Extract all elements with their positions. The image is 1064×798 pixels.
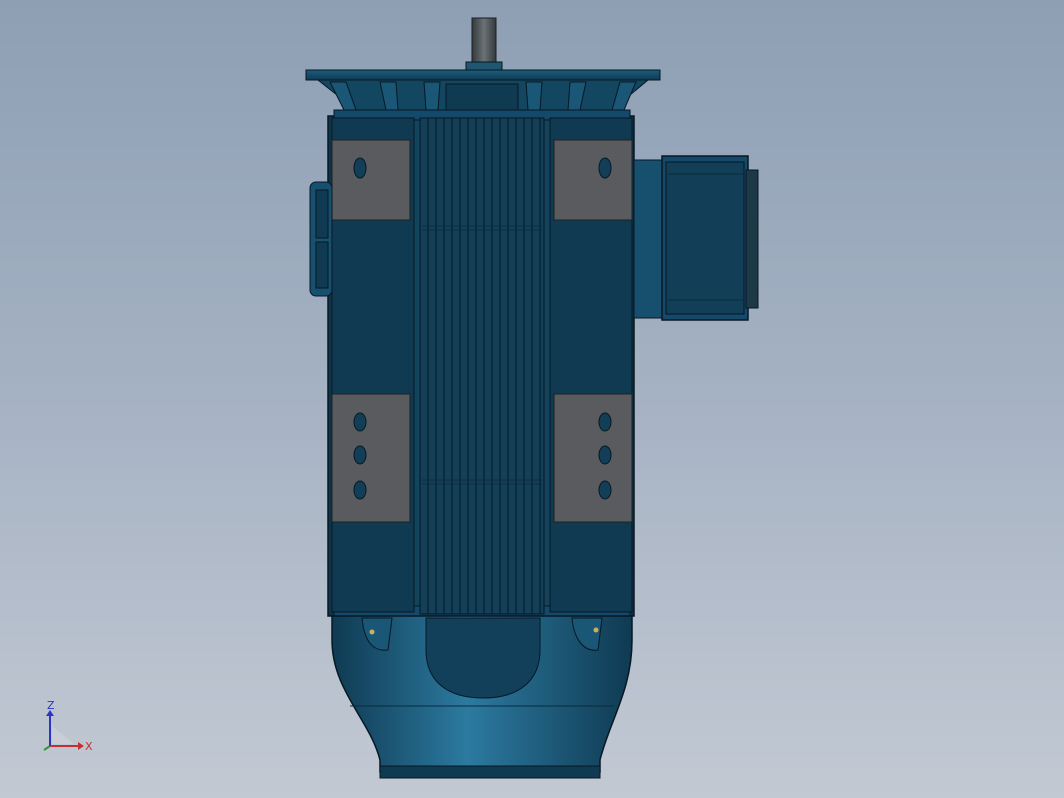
x-axis-label: X (85, 740, 93, 753)
shaft-collar (465, 61, 503, 71)
left-accessory-detail-2 (315, 241, 329, 289)
z-axis-label: Z (47, 699, 55, 712)
fan-cover-arch (425, 617, 541, 699)
left-accessory-detail (315, 189, 329, 239)
triad-plane (52, 726, 74, 744)
axis-triad: Z X (43, 699, 93, 753)
foot-pad-bottom-left (331, 393, 411, 523)
center-fins (419, 117, 545, 615)
lug-bolt-left (369, 629, 375, 635)
foot-pad-top-right (553, 139, 633, 221)
motor-model[interactable] (0, 0, 1064, 798)
foot-pad-bottom-right (553, 393, 633, 523)
x-axis-arrow (78, 742, 84, 750)
fan-cover-base (379, 765, 601, 779)
foot-pad-top-left (331, 139, 411, 221)
y-axis-line (43, 745, 51, 751)
terminal-box-mount (633, 159, 665, 319)
lug-bolt-right (593, 627, 599, 633)
terminal-box-lid (665, 161, 745, 315)
cad-viewport[interactable]: Z X (0, 0, 1064, 798)
terminal-box-side (745, 169, 759, 309)
mounting-flange (305, 69, 661, 81)
